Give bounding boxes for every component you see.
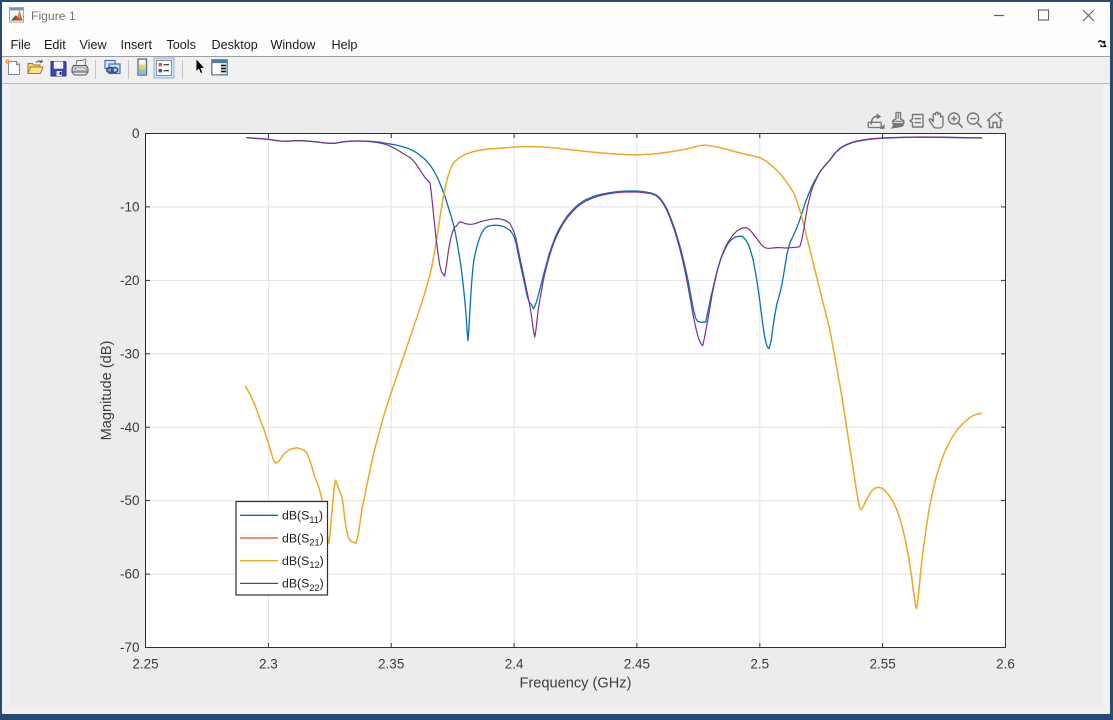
svg-text:2.55: 2.55 [869, 657, 895, 672]
svg-text:2.25: 2.25 [132, 657, 158, 672]
svg-text:-10: -10 [120, 200, 140, 215]
svg-text:-60: -60 [120, 567, 140, 582]
svg-text:2.5: 2.5 [750, 657, 769, 672]
svg-text:Magnitude (dB): Magnitude (dB) [99, 341, 115, 441]
svg-text:-30: -30 [120, 346, 140, 361]
svg-text:2.6: 2.6 [996, 657, 1015, 672]
svg-text:2.45: 2.45 [624, 657, 650, 672]
svg-text:2.35: 2.35 [378, 657, 404, 672]
svg-text:0: 0 [132, 126, 140, 141]
svg-text:2.3: 2.3 [259, 657, 278, 672]
svg-text:-70: -70 [120, 640, 140, 655]
svg-text:-20: -20 [120, 273, 140, 288]
svg-text:-40: -40 [120, 420, 140, 435]
svg-text:Frequency (GHz): Frequency (GHz) [520, 676, 632, 692]
svg-text:2.4: 2.4 [505, 657, 524, 672]
svg-text:-50: -50 [120, 493, 140, 508]
